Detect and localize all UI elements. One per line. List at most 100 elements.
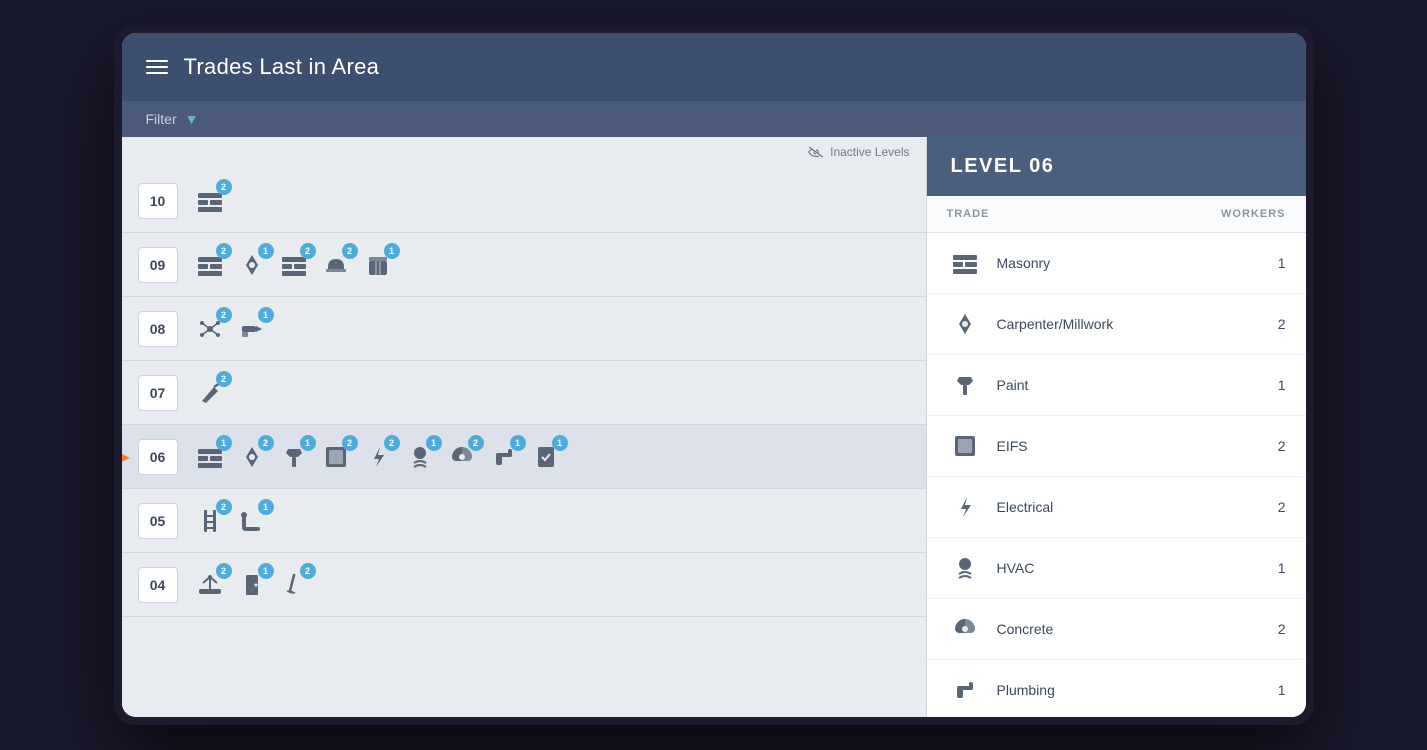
app-container: Trades Last in Area Filter ▼ Inactive Le… — [122, 33, 1306, 717]
trade-badge: 2 — [300, 243, 316, 259]
trade-badge: 1 — [258, 563, 274, 579]
floor-row[interactable]: 10 2 — [122, 169, 926, 233]
carpenter-count: 2 — [1256, 316, 1286, 332]
eye-off-icon — [808, 146, 824, 158]
plumbing-name: Plumbing — [997, 682, 1256, 698]
trade-badge: 2 — [342, 435, 358, 451]
trade-icon-door[interactable]: 1 — [236, 569, 268, 601]
detail-table-header: TRADE WORKERS — [927, 196, 1306, 233]
masonry-detail-icon — [947, 245, 983, 281]
inactive-levels-button[interactable]: Inactive Levels — [808, 145, 909, 159]
trade-icon-drill[interactable]: 1 — [236, 313, 268, 345]
floor-number: 07 — [138, 375, 178, 411]
floor-rows: 10209212210821072▶06121221211052104212 — [122, 137, 926, 617]
detail-row-eifs: EIFS2 — [927, 416, 1306, 477]
detail-row-concrete: Concrete2 — [927, 599, 1306, 660]
detail-row-electrical: Electrical2 — [927, 477, 1306, 538]
trade-icon-carpenter[interactable]: 2 — [236, 441, 268, 473]
trade-icon-pipe[interactable]: 1 — [236, 505, 268, 537]
trade-icon-ladder[interactable]: 2 — [194, 505, 226, 537]
detail-row-carpenter: Carpenter/Millwork2 — [927, 294, 1306, 355]
carpenter-detail-icon — [947, 306, 983, 342]
trade-badge: 1 — [258, 307, 274, 323]
floor-panel[interactable]: Inactive Levels 10209212210821072▶061212… — [122, 137, 926, 717]
detail-row-masonry: Masonry1 — [927, 233, 1306, 294]
detail-rows: Masonry1Carpenter/Millwork2Paint1EIFS2El… — [927, 233, 1306, 717]
trade-badge: 1 — [510, 435, 526, 451]
trade-badge: 2 — [384, 435, 400, 451]
trade-badge: 2 — [342, 243, 358, 259]
eifs-detail-icon — [947, 428, 983, 464]
trade-icon-eifs[interactable]: 2 — [320, 441, 352, 473]
trade-badge: 2 — [258, 435, 274, 451]
trade-icons: 21221 — [194, 249, 394, 281]
hvac-count: 1 — [1256, 560, 1286, 576]
col-workers-header: WORKERS — [1206, 208, 1286, 220]
filter-bar: Filter ▼ — [122, 101, 1306, 137]
filter-icon[interactable]: ▼ — [185, 111, 199, 127]
floor-row[interactable]: 07 2 — [122, 361, 926, 425]
trade-icons: 21 — [194, 505, 268, 537]
trade-icon-network2[interactable]: 2 — [194, 569, 226, 601]
paint-name: Paint — [997, 377, 1256, 393]
floor-row[interactable]: 0521 — [122, 489, 926, 553]
trade-icons: 2 — [194, 377, 226, 409]
trade-icons: 21 — [194, 313, 268, 345]
trade-badge: 2 — [216, 307, 232, 323]
floor-number: 08 — [138, 311, 178, 347]
trade-icon-masonry[interactable]: 2 — [194, 185, 226, 217]
page-title: Trades Last in Area — [184, 54, 380, 80]
trade-badge: 1 — [216, 435, 232, 451]
detail-row-plumbing: Plumbing1 — [927, 660, 1306, 717]
trade-icon-trowel[interactable]: 2 — [194, 377, 226, 409]
detail-panel: LEVEL 06 TRADE WORKERS Masonry1Carpenter… — [926, 137, 1306, 717]
trade-icons: 121221211 — [194, 441, 562, 473]
trade-icon-electrical[interactable]: 2 — [362, 441, 394, 473]
trade-badge: 2 — [468, 435, 484, 451]
trade-icon-gc[interactable]: 1 — [530, 441, 562, 473]
inactive-levels-label: Inactive Levels — [830, 145, 909, 159]
floor-row[interactable]: 0821 — [122, 297, 926, 361]
trade-icon-plumbing[interactable]: 1 — [488, 441, 520, 473]
trade-icon-concrete2[interactable]: 2 — [278, 249, 310, 281]
menu-button[interactable] — [146, 60, 168, 74]
device-frame: Trades Last in Area Filter ▼ Inactive Le… — [114, 25, 1314, 725]
trade-icon-masonry[interactable]: 1 — [194, 441, 226, 473]
filter-label: Filter — [146, 111, 177, 127]
detail-level-title: LEVEL 06 — [951, 155, 1055, 177]
trade-icon-concrete[interactable]: 2 — [446, 441, 478, 473]
detail-table: TRADE WORKERS Masonry1Carpenter/Millwork… — [927, 196, 1306, 717]
hvac-detail-icon — [947, 550, 983, 586]
masonry-name: Masonry — [997, 255, 1256, 271]
trade-badge: 1 — [300, 435, 316, 451]
trade-icon-sweep[interactable]: 2 — [278, 569, 310, 601]
eifs-name: EIFS — [997, 438, 1256, 454]
eifs-count: 2 — [1256, 438, 1286, 454]
floor-number: 09 — [138, 247, 178, 283]
plumbing-detail-icon — [947, 672, 983, 708]
concrete-name: Concrete — [997, 621, 1256, 637]
trade-badge: 2 — [300, 563, 316, 579]
plumbing-count: 1 — [1256, 682, 1286, 698]
floor-row[interactable]: 0921221 — [122, 233, 926, 297]
trade-icon-network[interactable]: 2 — [194, 313, 226, 345]
floor-number: 10 — [138, 183, 178, 219]
trade-icon-masonry[interactable]: 2 — [194, 249, 226, 281]
paint-count: 1 — [1256, 377, 1286, 393]
paint-detail-icon — [947, 367, 983, 403]
trade-badge: 1 — [258, 499, 274, 515]
trade-icon-paint[interactable]: 1 — [278, 441, 310, 473]
floor-row[interactable]: 04212 — [122, 553, 926, 617]
electrical-detail-icon — [947, 489, 983, 525]
trade-icon-hvac[interactable]: 1 — [404, 441, 436, 473]
trade-icon-carpenter[interactable]: 1 — [236, 249, 268, 281]
electrical-name: Electrical — [997, 499, 1256, 515]
floor-row[interactable]: ▶06121221211 — [122, 425, 926, 489]
detail-row-paint: Paint1 — [927, 355, 1306, 416]
trade-icon-dumpster[interactable]: 1 — [362, 249, 394, 281]
trade-badge: 2 — [216, 499, 232, 515]
app-header: Trades Last in Area — [122, 33, 1306, 101]
detail-row-hvac: HVAC1 — [927, 538, 1306, 599]
trade-icon-helmet[interactable]: 2 — [320, 249, 352, 281]
carpenter-name: Carpenter/Millwork — [997, 316, 1256, 332]
